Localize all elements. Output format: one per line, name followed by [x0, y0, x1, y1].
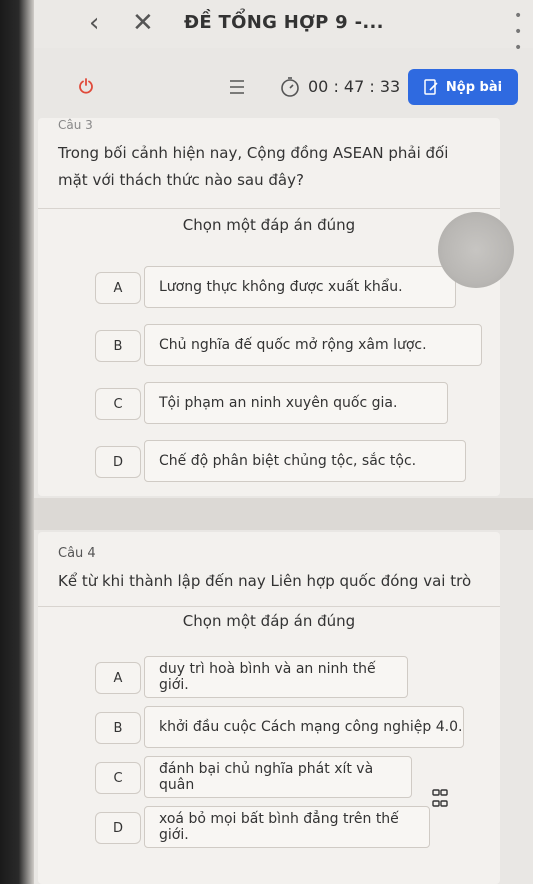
card-gap: [34, 498, 533, 530]
option-b-letter[interactable]: B: [95, 330, 141, 362]
option-a[interactable]: duy trì hoà bình và an ninh thế giới.: [144, 656, 408, 698]
option-d[interactable]: xoá bỏ mọi bất bình đẳng trên thế giới.: [144, 806, 430, 848]
device-edge: [0, 0, 34, 884]
power-icon[interactable]: [78, 78, 94, 94]
stopwatch-icon: [281, 77, 299, 97]
option-b[interactable]: Chủ nghĩa đế quốc mở rộng xâm lược.: [144, 324, 482, 366]
countdown-timer: 00 : 47 : 33: [308, 77, 401, 96]
question-card-3: Câu 3 Trong bối cảnh hiện nay, Cộng đồng…: [38, 118, 500, 496]
close-icon[interactable]: ✕: [132, 8, 154, 38]
question-text: Kể từ khi thành lập đến nay Liên hợp quố…: [58, 572, 472, 590]
option-d[interactable]: Chế độ phân biệt chủng tộc, sắc tộc.: [144, 440, 466, 482]
question-card-4: Câu 4 Kể từ khi thành lập đến nay Liên h…: [38, 532, 500, 884]
answer-prompt: Chọn một đáp án đúng: [182, 612, 356, 630]
submit-label: Nộp bài: [445, 79, 503, 95]
question-text: Trong bối cảnh hiện nay, Cộng đồng ASEAN…: [58, 144, 449, 189]
grid-icon[interactable]: [432, 788, 448, 812]
top-bar: ‹ ✕ ĐỀ TỔNG HỢP 9 -... • • •: [34, 0, 533, 56]
option-a-letter[interactable]: A: [95, 272, 141, 304]
screen: ‹ ✕ ĐỀ TỔNG HỢP 9 -... • • • 00 : 47 : 3…: [0, 0, 533, 884]
question-number: Câu 3: [58, 118, 93, 132]
page-title: ĐỀ TỔNG HỢP 9 -...: [184, 12, 384, 33]
exam-toolbar: 00 : 47 : 33 Nộp bài: [34, 58, 533, 116]
option-a-letter[interactable]: A: [95, 662, 141, 694]
floating-bubble[interactable]: [438, 212, 514, 288]
more-icon[interactable]: • • •: [514, 8, 533, 56]
option-a[interactable]: Lương thực không được xuất khẩu.: [144, 266, 456, 308]
option-d-letter[interactable]: D: [95, 446, 141, 478]
submit-button[interactable]: Nộp bài: [408, 69, 518, 105]
option-c[interactable]: Tội phạm an ninh xuyên quốc gia.: [144, 382, 448, 424]
back-icon[interactable]: ‹: [89, 8, 99, 38]
divider: [38, 208, 500, 209]
divider: [38, 606, 500, 607]
option-c-letter[interactable]: C: [95, 762, 141, 794]
option-c-letter[interactable]: C: [95, 388, 141, 420]
question-list-icon[interactable]: [227, 78, 247, 96]
option-b-letter[interactable]: B: [95, 712, 141, 744]
option-d-letter[interactable]: D: [95, 812, 141, 844]
question-number: Câu 4: [58, 546, 96, 561]
option-b[interactable]: khởi đầu cuộc Cách mạng công nghiệp 4.0.: [144, 706, 464, 748]
edit-document-icon: [424, 79, 438, 95]
option-c[interactable]: đánh bại chủ nghĩa phát xít và quân: [144, 756, 412, 798]
answer-prompt: Chọn một đáp án đúng: [182, 216, 356, 234]
